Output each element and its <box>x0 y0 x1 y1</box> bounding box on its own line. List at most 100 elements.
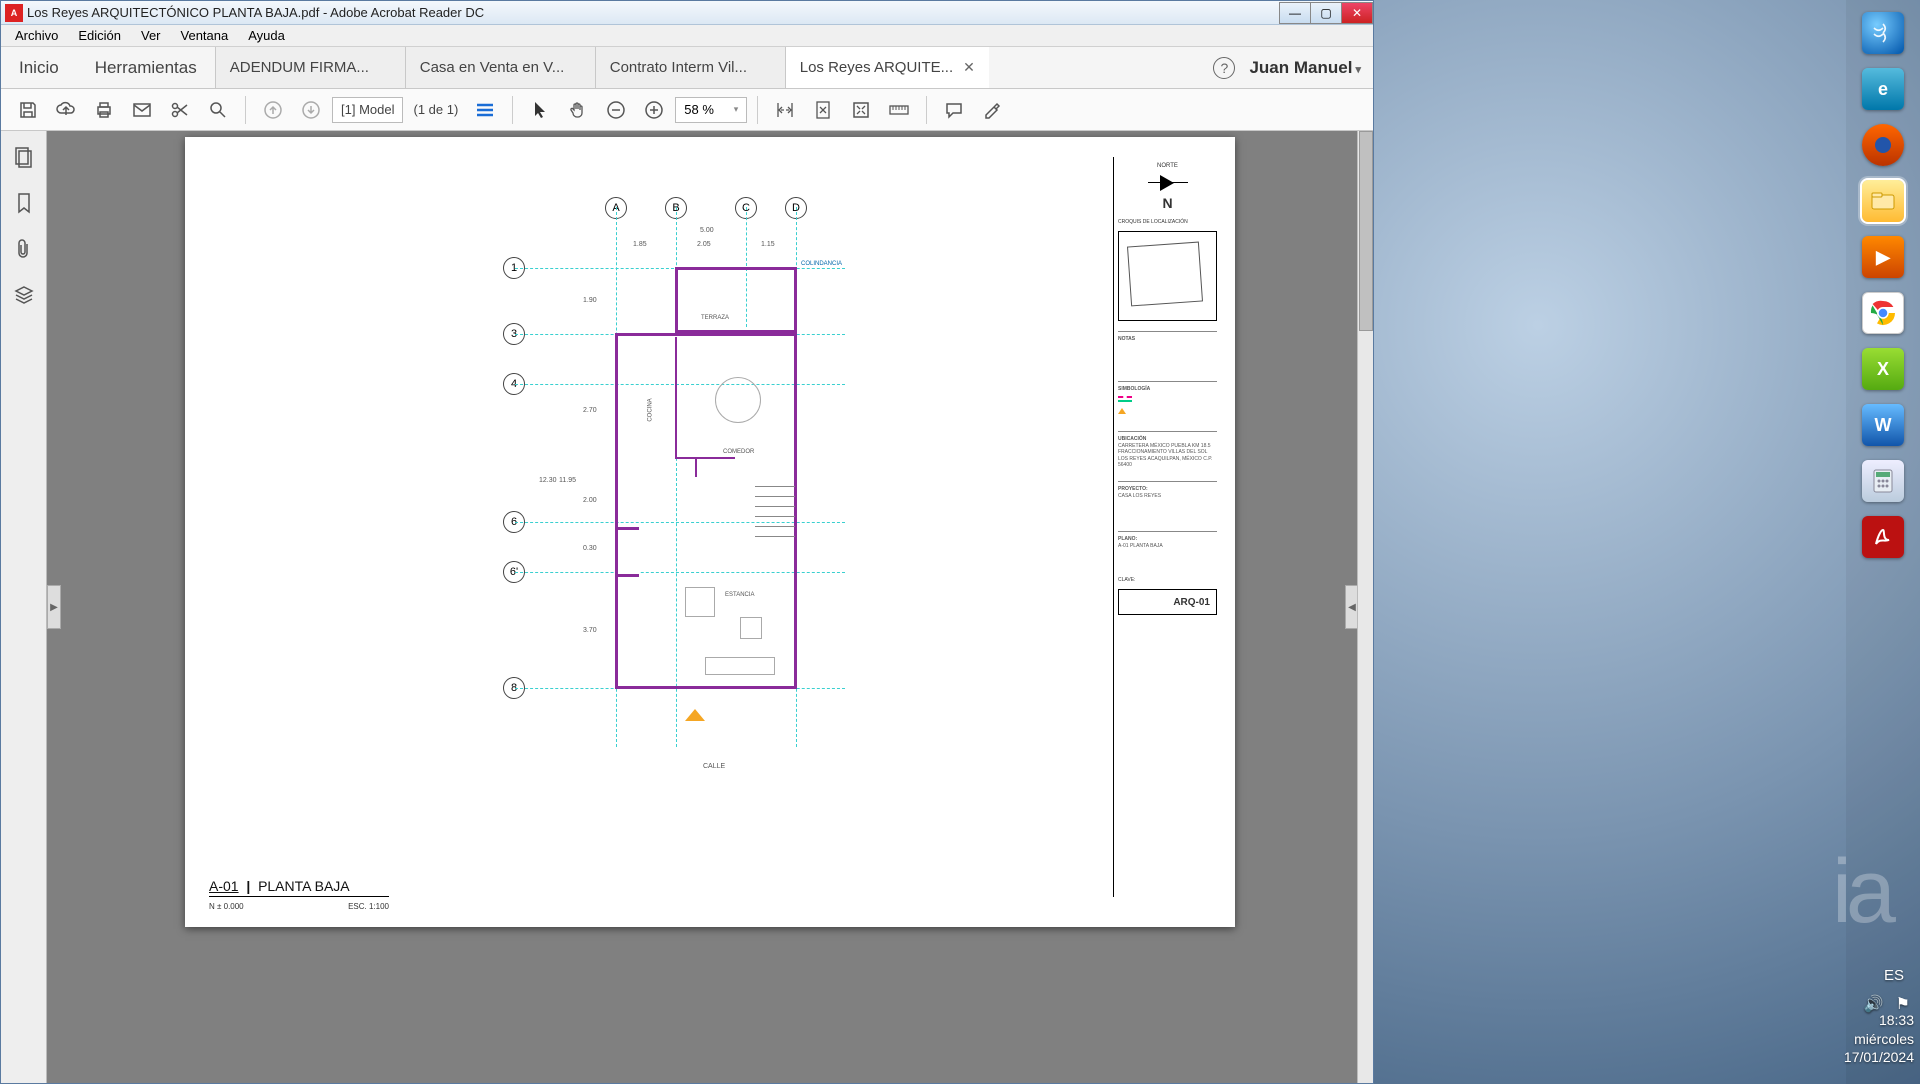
zoom-in-icon[interactable] <box>637 93 671 127</box>
layers-icon[interactable] <box>10 281 38 309</box>
notes-block: NOTAS <box>1118 331 1217 371</box>
doc-tab-contrato[interactable]: Contrato Interm Vil... <box>595 47 785 88</box>
reflow-icon[interactable] <box>468 93 502 127</box>
prev-page-icon[interactable] <box>256 93 290 127</box>
toolbar-separator <box>245 96 246 124</box>
scrollbar-thumb[interactable] <box>1359 131 1373 331</box>
ie-icon[interactable]: e <box>1862 68 1904 110</box>
plano-block: PLANO: A-01 PLANTA BAJA <box>1118 531 1217 571</box>
help-icon[interactable]: ? <box>1213 57 1235 79</box>
location-map <box>1118 231 1217 321</box>
print-icon[interactable] <box>87 93 121 127</box>
dimension: 2.05 <box>697 241 711 248</box>
dimension: 1.90 <box>583 297 597 304</box>
doc-tab-adendum[interactable]: ADENDUM FIRMA... <box>215 47 405 88</box>
media-player-icon[interactable]: ▶ <box>1862 236 1904 278</box>
thumbnails-icon[interactable] <box>10 143 38 171</box>
wall <box>675 457 735 459</box>
next-page-icon[interactable] <box>294 93 328 127</box>
fit-page-icon[interactable] <box>806 93 840 127</box>
select-cursor-icon[interactable] <box>523 93 557 127</box>
furniture-table <box>715 377 761 423</box>
symbology-block: SIMBOLOGÍA <box>1118 381 1217 421</box>
herramientas-button[interactable]: Herramientas <box>77 47 215 88</box>
menu-ver[interactable]: Ver <box>131 26 171 45</box>
proyecto-block: PROYECTO: CASA LOS REYES <box>1118 481 1217 521</box>
furniture-chair <box>685 587 715 617</box>
acrobat-taskbar-icon[interactable] <box>1862 516 1904 558</box>
close-tab-icon[interactable]: ✕ <box>963 59 975 76</box>
dimension: 5.00 <box>700 227 714 234</box>
north-indicator: NORTE N <box>1118 163 1217 211</box>
top-row: Inicio Herramientas ADENDUM FIRMA... Cas… <box>1 47 1373 89</box>
email-icon[interactable] <box>125 93 159 127</box>
top-right: ? Juan Manuel <box>1201 47 1373 88</box>
maximize-button[interactable]: ▢ <box>1310 2 1342 24</box>
floor-plan-drawing: A B C D 1 3 4 6 6' 8 <box>485 187 1005 837</box>
menu-ventana[interactable]: Ventana <box>171 26 239 45</box>
clock-date: 17/01/2024 <box>1844 1048 1914 1066</box>
north-letter: N <box>1118 195 1217 211</box>
user-menu[interactable]: Juan Manuel <box>1249 58 1361 78</box>
room-label: COMEDOR <box>723 449 754 455</box>
inicio-button[interactable]: Inicio <box>1 47 77 88</box>
hand-icon[interactable] <box>561 93 595 127</box>
page-model-box[interactable]: [1] Model <box>332 97 403 123</box>
ruler-icon[interactable] <box>882 93 916 127</box>
page-count-label: (1 de 1) <box>407 102 464 117</box>
dimension: 12.30 <box>539 477 557 484</box>
chrome-icon[interactable] <box>1862 292 1904 334</box>
furniture-sofa <box>705 657 775 675</box>
word-icon[interactable]: W <box>1862 404 1904 446</box>
explorer-icon[interactable] <box>1862 180 1904 222</box>
loc-label: CROQUIS DE LOCALIZACIÓN <box>1118 219 1217 225</box>
menu-ayuda[interactable]: Ayuda <box>238 26 295 45</box>
doc-tab-losreyes[interactable]: Los Reyes ARQUITE... ✕ <box>785 47 989 88</box>
dimension: 1.85 <box>633 241 647 248</box>
left-panel-expand[interactable]: ▶ <box>47 585 61 629</box>
acrobat-window: A Los Reyes ARQUITECTÓNICO PLANTA BAJA.p… <box>0 0 1374 1084</box>
scissors-icon[interactable] <box>163 93 197 127</box>
plan-title: A-01 | PLANTA BAJA <box>209 878 389 897</box>
wall <box>695 457 697 477</box>
save-icon[interactable] <box>11 93 45 127</box>
clock-time: 18:33 <box>1844 1011 1914 1029</box>
toolbar: [1] Model (1 de 1) 58 %▾ <box>1 89 1373 131</box>
firefox-icon[interactable] <box>1862 124 1904 166</box>
dimension: 3.70 <box>583 627 597 634</box>
dimension: 0.30 <box>583 545 597 552</box>
room-label: COCINA <box>648 398 654 421</box>
doc-tab-casa[interactable]: Casa en Venta en V... <box>405 47 595 88</box>
close-button[interactable]: ✕ <box>1341 2 1373 24</box>
zoom-out-icon[interactable] <box>599 93 633 127</box>
menu-archivo[interactable]: Archivo <box>5 26 68 45</box>
room-label: ESTANCIA <box>725 592 755 598</box>
comment-icon[interactable] <box>937 93 971 127</box>
title-block: NORTE N CROQUIS DE LOCALIZACIÓN NOTAS SI… <box>1113 157 1221 897</box>
calle-label: CALLE <box>703 763 725 770</box>
fullscreen-icon[interactable] <box>844 93 878 127</box>
bookmark-icon[interactable] <box>10 189 38 217</box>
attachment-icon[interactable] <box>10 235 38 263</box>
entry-arrow-icon <box>685 699 705 721</box>
cloud-upload-icon[interactable] <box>49 93 83 127</box>
minimize-button[interactable]: — <box>1279 2 1311 24</box>
highlight-icon[interactable] <box>975 93 1009 127</box>
excel-icon[interactable]: X <box>1862 348 1904 390</box>
plan-subtitle: N ± 0.000ESC. 1:100 <box>209 902 389 911</box>
wall <box>675 267 797 333</box>
colindancia-label: COLINDANCIA <box>801 261 842 267</box>
zoom-level-select[interactable]: 58 %▾ <box>675 97 747 123</box>
menu-edicion[interactable]: Edición <box>68 26 131 45</box>
search-icon[interactable] <box>201 93 235 127</box>
ubicacion-block: UBICACIÓN CARRETERA MÉXICO PUEBLA KM 18.… <box>1118 431 1217 471</box>
clock[interactable]: 18:33 miércoles 17/01/2024 <box>1844 1011 1914 1066</box>
language-indicator[interactable]: ES <box>1884 967 1904 984</box>
dimension: 2.70 <box>583 407 597 414</box>
fit-width-icon[interactable] <box>768 93 802 127</box>
toolbar-separator <box>757 96 758 124</box>
document-area[interactable]: ▶ A B C D 1 3 4 6 6' 8 <box>47 131 1373 1083</box>
vertical-scrollbar[interactable] <box>1357 131 1373 1083</box>
calculator-icon[interactable] <box>1862 460 1904 502</box>
start-orb-icon[interactable] <box>1862 12 1904 54</box>
